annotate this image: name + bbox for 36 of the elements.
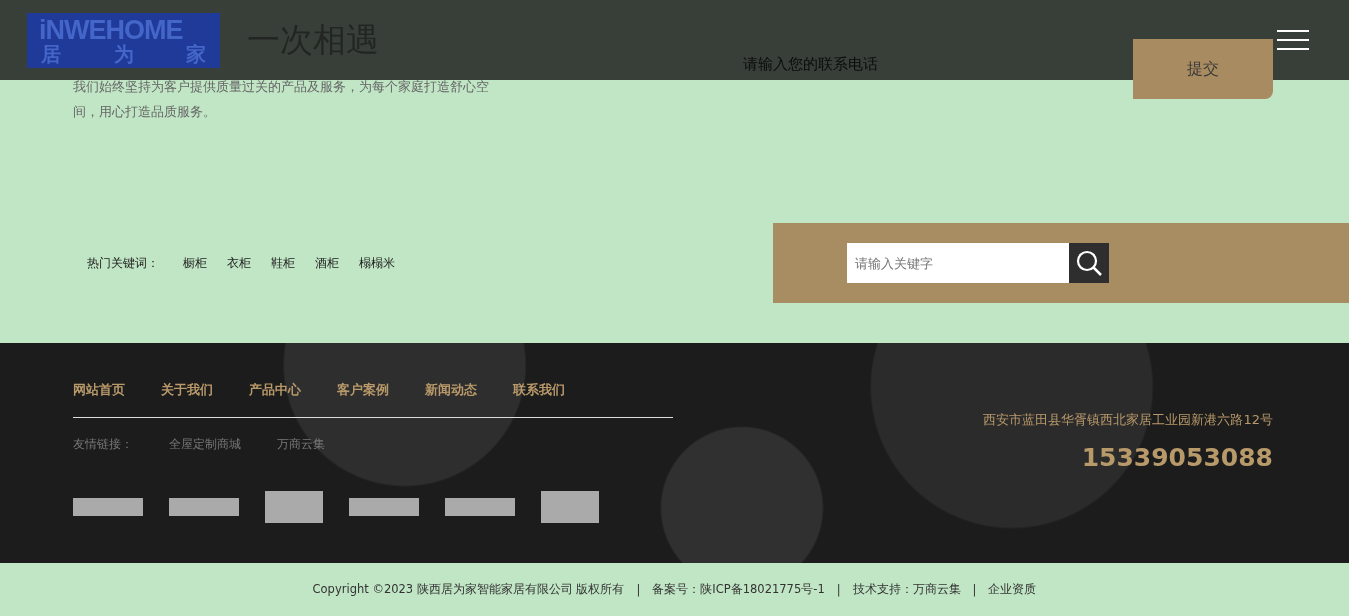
- separator: |: [836, 582, 841, 597]
- footer-nav-link[interactable]: 客户案例: [337, 381, 389, 399]
- separator: |: [972, 582, 977, 597]
- partner-logo[interactable]: [169, 498, 239, 516]
- keyword-link[interactable]: 酒柜: [315, 254, 339, 272]
- partner-logo[interactable]: [541, 491, 599, 523]
- footer-nav-link[interactable]: 网站首页: [73, 381, 125, 399]
- copyright-item[interactable]: 备案号：陕ICP备18021775号-1: [652, 582, 825, 597]
- keyword-link[interactable]: 榻榻米: [359, 254, 395, 272]
- search-input-field[interactable]: 请输入关键字: [847, 243, 1069, 283]
- keywords-label: 热门关键词：: [87, 254, 159, 272]
- menu-icon[interactable]: [1277, 30, 1309, 50]
- footer-nav-link[interactable]: 新闻动态: [425, 381, 477, 399]
- search-icon: [1075, 249, 1103, 277]
- keyword-link[interactable]: 衣柜: [227, 254, 251, 272]
- intro-text: 我们始终坚持为客户提供质量过关的产品及服务，为每个家庭打造舒心空间，用心打造品质服务。: [73, 78, 490, 121]
- phone-number: 15339053088: [1081, 443, 1273, 472]
- links-label: 友情链接：: [73, 436, 133, 453]
- copyright-item[interactable]: 企业资质: [988, 582, 1037, 597]
- copyright-item[interactable]: 技术支持：万商云集: [852, 582, 961, 597]
- submit-button[interactable]: 提交: [1133, 39, 1273, 99]
- copyright-item: Copyright ©2023 陕西居为家智能家居有限公司 版权所有: [312, 582, 625, 597]
- keyword-link[interactable]: 鞋柜: [271, 254, 295, 272]
- footer-nav-link[interactable]: 产品中心: [249, 381, 301, 399]
- partner-logo[interactable]: [349, 498, 419, 516]
- search-button[interactable]: [1069, 243, 1109, 283]
- keyword-link[interactable]: 橱柜: [183, 254, 207, 272]
- partner-logo[interactable]: [73, 498, 143, 516]
- friend-link[interactable]: 万商云集: [277, 436, 325, 453]
- footer-nav-link[interactable]: 关于我们: [161, 381, 213, 399]
- partner-logo[interactable]: [445, 498, 515, 516]
- footer-nav-link[interactable]: 联系我们: [513, 381, 565, 399]
- friend-link[interactable]: 全屋定制商城: [169, 436, 241, 453]
- address-text: 西安市蓝田县华胥镇西北家居工业园新港六路12号: [983, 411, 1273, 429]
- partner-logo[interactable]: [265, 491, 323, 523]
- separator: |: [636, 582, 641, 597]
